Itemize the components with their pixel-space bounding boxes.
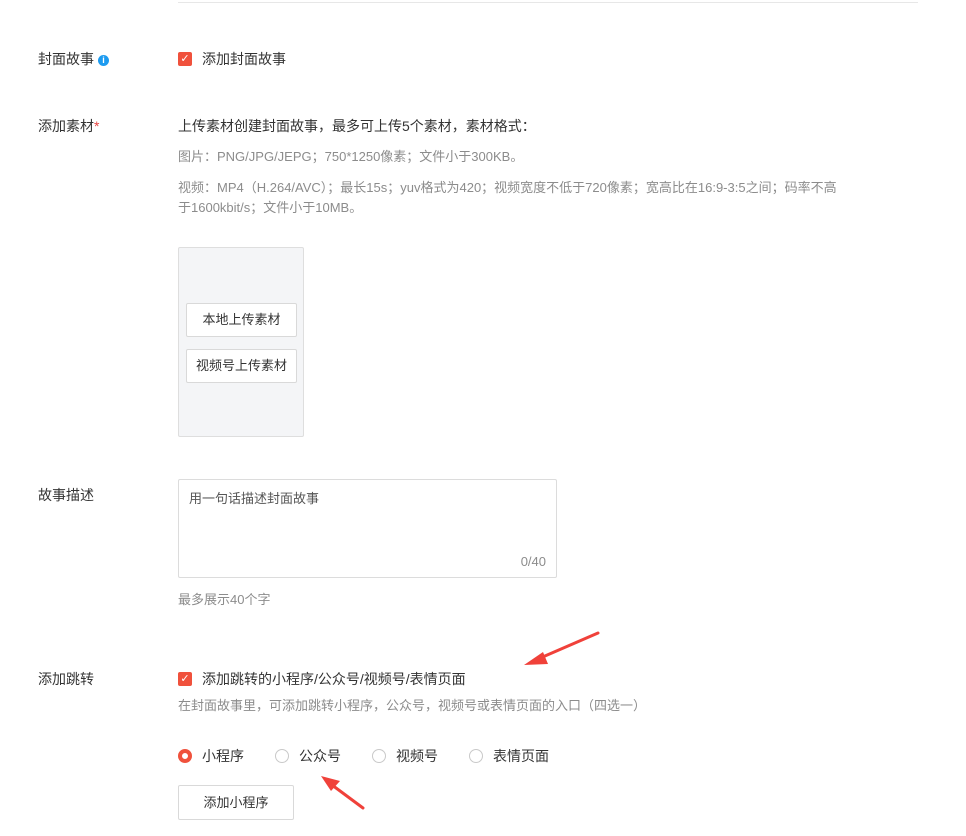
radio-label: 表情页面 [493,748,549,764]
radio-official-account[interactable]: 公众号 [275,747,341,765]
jump-hint: 在封面故事里，可添加跳转小程序，公众号，视频号或表情页面的入口（四选一） [178,698,647,713]
upload-channels-button[interactable]: 视频号上传素材 [186,349,297,383]
material-desc-image: 图片：PNG/JPG/JEPG；750*1250像素；文件小于300KB。 [178,149,524,164]
radio-sticker-page[interactable]: 表情页面 [469,747,549,765]
radio-label: 公众号 [299,748,341,764]
story-desc-box: 0/40 [178,479,557,578]
upload-local-button[interactable]: 本地上传素材 [186,303,297,337]
radio-button[interactable] [469,749,483,763]
upload-area [178,247,304,437]
radio-channels[interactable]: 视频号 [372,747,438,765]
material-desc-video-line1: 视频：MP4（H.264/AVC）；最长15s；yuv格式为420；视频宽度不低… [178,180,837,195]
jump-checkbox-row[interactable]: ✓ 添加跳转的小程序/公众号/视频号/表情页面 [178,669,466,689]
radio-mini-program[interactable]: 小程序 [178,747,244,765]
radio-button[interactable] [275,749,289,763]
material-desc-video-line2: 于1600kbit/s；文件小于10MB。 [178,200,363,215]
radio-button-checked[interactable] [178,749,192,763]
story-desc-textarea[interactable] [179,480,556,577]
story-desc-label: 故事描述 [38,487,94,503]
jump-label: 添加跳转 [38,671,94,687]
cover-story-label: 封面故事 i [38,49,109,69]
info-icon[interactable]: i [98,55,109,66]
cover-story-checkbox[interactable]: ✓ [178,52,192,66]
annotation-arrow-icon [321,776,365,810]
material-desc-video: 视频：MP4（H.264/AVC）；最长15s；yuv格式为420；视频宽度不低… [178,178,918,218]
material-desc-main: 上传素材创建封面故事，最多可上传5个素材，素材格式： [178,118,536,134]
annotation-arrow-icon [524,631,600,665]
material-label: 添加素材* [38,118,100,134]
jump-checkbox-label: 添加跳转的小程序/公众号/视频号/表情页面 [202,671,466,687]
check-icon: ✓ [180,53,190,65]
required-mark: * [94,118,100,134]
radio-label: 视频号 [396,748,438,764]
check-icon: ✓ [180,673,190,685]
jump-checkbox[interactable]: ✓ [178,672,192,686]
char-counter: 0/40 [520,554,546,569]
story-desc-hint: 最多展示40个字 [178,592,271,607]
radio-button[interactable] [372,749,386,763]
radio-label: 小程序 [202,748,244,764]
add-mini-program-button[interactable]: 添加小程序 [178,785,294,820]
cover-story-checkbox-row[interactable]: ✓ 添加封面故事 [178,49,286,69]
cover-story-checkbox-label: 添加封面故事 [202,51,286,67]
section-divider [178,2,918,3]
